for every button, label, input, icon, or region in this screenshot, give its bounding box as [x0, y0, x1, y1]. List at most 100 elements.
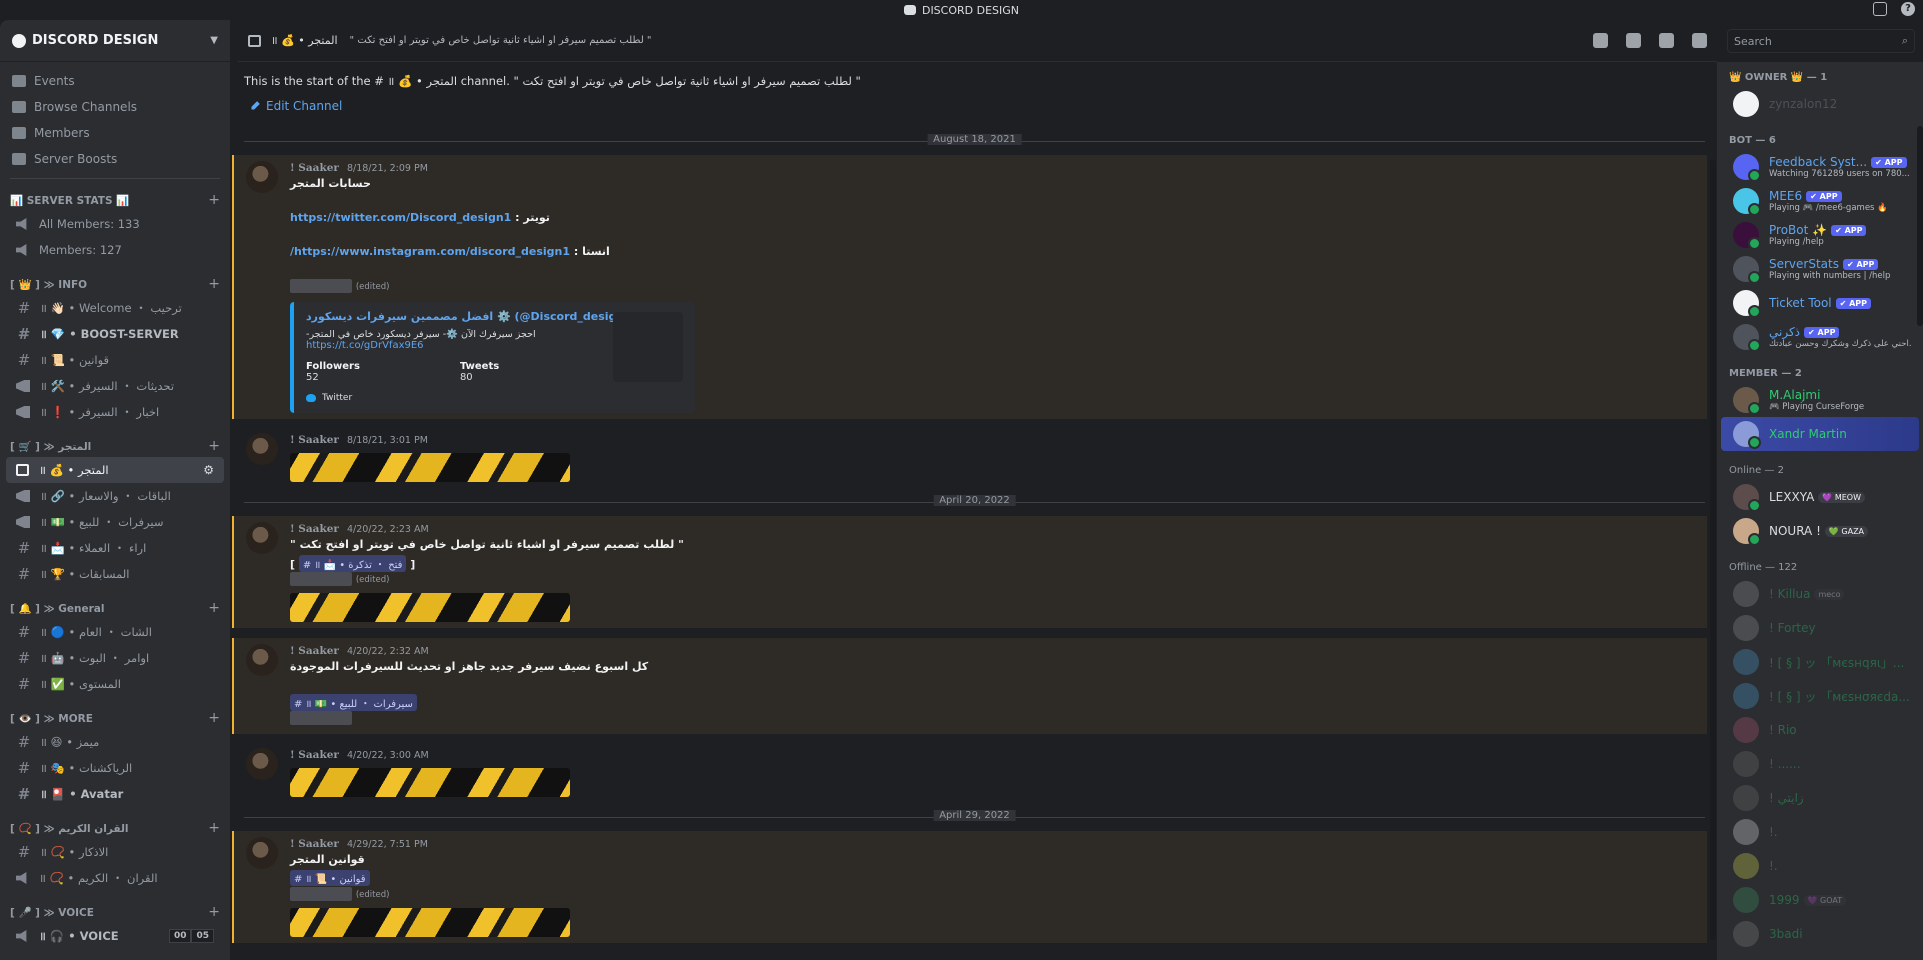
channel-mention[interactable]: # ॥ 📜 • قوانين [290, 870, 370, 886]
channel-reactions[interactable]: # ॥ 🎭 • الرياكشنات [6, 755, 224, 781]
message[interactable]: ! Saaker 4/29/22, 7:51 PM قوانين المتجر #… [232, 831, 1707, 943]
channel-updates[interactable]: ॥ 🛠️ • تحديثات ・ السيرفر [6, 373, 224, 399]
member-item[interactable]: ! Fortey [1721, 611, 1919, 645]
member-item[interactable]: ! Rio [1721, 713, 1919, 747]
add-channel-icon[interactable]: + [208, 820, 220, 836]
instagram-link[interactable]: /https://www.instagram.com/discord_desig… [290, 245, 570, 258]
channel-boost-server[interactable]: # ॥ 💎 • BOOST-SERVER [6, 321, 224, 347]
channel-packages[interactable]: ॥ 🔗 • الباقات ・ والاسعار [6, 483, 224, 509]
channel-topic[interactable]: " لطلب تصميم سيرفر او اشياء ثانية تواصل … [350, 35, 652, 46]
banner-image[interactable] [290, 768, 570, 797]
nav-browse-channels[interactable]: Browse Channels [0, 94, 230, 120]
member-list-icon[interactable] [1692, 33, 1707, 48]
member-bot[interactable]: Ticket Tool ✔ APP [1721, 286, 1919, 320]
avatar[interactable] [246, 522, 278, 554]
add-channel-icon[interactable]: + [208, 438, 220, 454]
message[interactable]: ! Saaker 8/18/21, 3:01 PM [232, 427, 1707, 488]
member-item[interactable]: ! Killua meco [1721, 577, 1919, 611]
member-item[interactable]: 1999 💜 GOAT [1721, 883, 1919, 917]
avatar[interactable] [246, 433, 278, 465]
author-name[interactable]: ! Saaker [290, 523, 339, 535]
member-item[interactable]: LEXXYA 💜 MEOW [1721, 480, 1919, 514]
pin-icon[interactable] [1659, 33, 1674, 48]
member-item[interactable]: !. [1721, 849, 1919, 883]
nav-server-boosts[interactable]: Server Boosts [0, 146, 230, 172]
inbox-icon[interactable] [1873, 2, 1887, 16]
avatar[interactable] [246, 837, 278, 869]
avatar[interactable] [246, 748, 278, 780]
channel-reviews[interactable]: # ॥ 📩 • اراء ・ العملاء [6, 535, 224, 561]
channel-welcome[interactable]: # ॥ 👋🏻 • Welcome ・ ترحيب [6, 295, 224, 321]
banner-image[interactable] [290, 908, 570, 937]
member-scrollbar[interactable] [1917, 126, 1923, 326]
channel-general-chat[interactable]: # ॥ 🔵 • الشات ・ العام [6, 619, 224, 645]
edit-channel-link[interactable]: Edit Channel [250, 99, 1717, 113]
hidden-mention[interactable] [290, 711, 352, 725]
channel-news[interactable]: ॥ ❗ • اخبار ・ السيرفر [6, 399, 224, 425]
avatar[interactable] [246, 644, 278, 676]
member-item[interactable]: Xandr Martin [1721, 417, 1919, 451]
member-bot[interactable]: ذكرني ✔ APP احني على ذكرك وشكرك وحسن عبادت… [1721, 320, 1919, 354]
channel-members[interactable]: Members: 127 [6, 237, 224, 263]
channel-all-members[interactable]: All Members: 133 [6, 211, 224, 237]
member-item[interactable]: ! [ § ] ッ 「мєsнqяι」... [1721, 645, 1919, 679]
banner-image[interactable] [290, 453, 570, 482]
hidden-mention[interactable] [290, 279, 352, 293]
threads-icon[interactable] [1593, 33, 1608, 48]
channel-bot-commands[interactable]: # ॥ 🤖 • اوامر ・ البوت [6, 645, 224, 671]
channel-avatar[interactable]: # ॥ 🎴 • Avatar [6, 781, 224, 807]
message[interactable]: ! Saaker 4/20/22, 3:00 AM [232, 742, 1707, 803]
member-item[interactable]: !. [1721, 815, 1919, 849]
banner-image[interactable] [290, 593, 570, 622]
member-bot[interactable]: MEE6 ✔ APP Playing 🎮 /mee6-games 🔥 [1721, 184, 1919, 218]
channel-mention[interactable]: # ॥ 📩 • فتح ・ تذكرة [298, 555, 407, 572]
channel-azkar[interactable]: # ॥ 📿 • الاذكار [6, 839, 224, 865]
category-more[interactable]: [ 👁️ ] ≫ MORE + [0, 707, 230, 729]
category-quran[interactable]: [ 📿 ] ≫ القران الكريم + [0, 817, 230, 839]
hidden-mention[interactable] [290, 887, 352, 901]
channel-store[interactable]: ॥ 💰 • المتجر ⚙ [6, 457, 224, 483]
member-item[interactable]: ! [ § ] ッ 「мєsнσяєda... [1721, 679, 1919, 713]
member-bot[interactable]: ServerStats ✔ APP Playing with numbers | /… [1721, 252, 1919, 286]
hidden-mention[interactable] [290, 572, 352, 586]
chevron-down-icon[interactable]: ▼ [210, 35, 218, 46]
member-item[interactable]: ! ...... [1721, 747, 1919, 781]
author-name[interactable]: ! Saaker [290, 434, 339, 446]
member-item[interactable]: ! زايتي [1721, 781, 1919, 815]
settings-gear-icon[interactable]: ⚙ [203, 463, 214, 477]
channel-contests[interactable]: # ॥ 🏆 • المسابقات [6, 561, 224, 587]
author-name[interactable]: ! Saaker [290, 838, 339, 850]
twitter-link[interactable]: https://twitter.com/Discord_design1 [290, 211, 511, 224]
add-channel-icon[interactable]: + [208, 710, 220, 726]
help-icon[interactable]: ? [1901, 2, 1915, 16]
message[interactable]: ! Saaker 4/20/22, 2:23 AM " لطلب تصميم سي… [232, 516, 1707, 628]
channel-rules[interactable]: # ॥ 📜 • قوانين [6, 347, 224, 373]
member-bot[interactable]: Feedback Syst... ✔ APP Watching 761289 use… [1721, 150, 1919, 184]
message-scrollbar[interactable] [1710, 160, 1716, 940]
member-item[interactable]: M.Alajmi 🎮 Playing CurseForge [1721, 383, 1919, 417]
member-owner[interactable]: zynzalon12 [1721, 87, 1919, 121]
add-channel-icon[interactable]: + [208, 276, 220, 292]
author-name[interactable]: ! Saaker [290, 645, 339, 657]
add-channel-icon[interactable]: + [208, 600, 220, 616]
member-item[interactable]: 3badi [1721, 917, 1919, 951]
category-server-stats[interactable]: 📊 SERVER STATS 📊 + [0, 189, 230, 211]
category-voice[interactable]: [ 🎤 ] ≫ VOICE + [0, 901, 230, 923]
avatar[interactable] [246, 161, 278, 193]
category-store[interactable]: [ 🛒 ] ≫ المتجر + [0, 435, 230, 457]
nav-members[interactable]: Members [0, 120, 230, 146]
channel-voice[interactable]: ॥ 🎧 • VOICE 00 05 [6, 923, 224, 949]
member-bot[interactable]: ProBot ✨ ✔ APP Playing /help [1721, 218, 1919, 252]
channel-memes[interactable]: # ॥ 😆 • ميمز [6, 729, 224, 755]
search-input[interactable]: Search ⌕ [1727, 29, 1915, 53]
notification-bell-icon[interactable] [1626, 33, 1641, 48]
embed-thumbnail[interactable] [613, 312, 683, 382]
author-name[interactable]: ! Saaker [290, 162, 339, 174]
add-channel-icon[interactable]: + [208, 192, 220, 208]
add-channel-icon[interactable]: + [208, 904, 220, 920]
server-header[interactable]: DISCORD DESIGN ▼ [0, 20, 230, 62]
member-item[interactable]: NOURA ! 💚 GAZA [1721, 514, 1919, 548]
category-general[interactable]: [ 🔔 ] ≫ General + [0, 597, 230, 619]
author-name[interactable]: ! Saaker [290, 749, 339, 761]
channel-servers-for-sale[interactable]: ॥ 💵 • سيرفرات ・ للبيع [6, 509, 224, 535]
